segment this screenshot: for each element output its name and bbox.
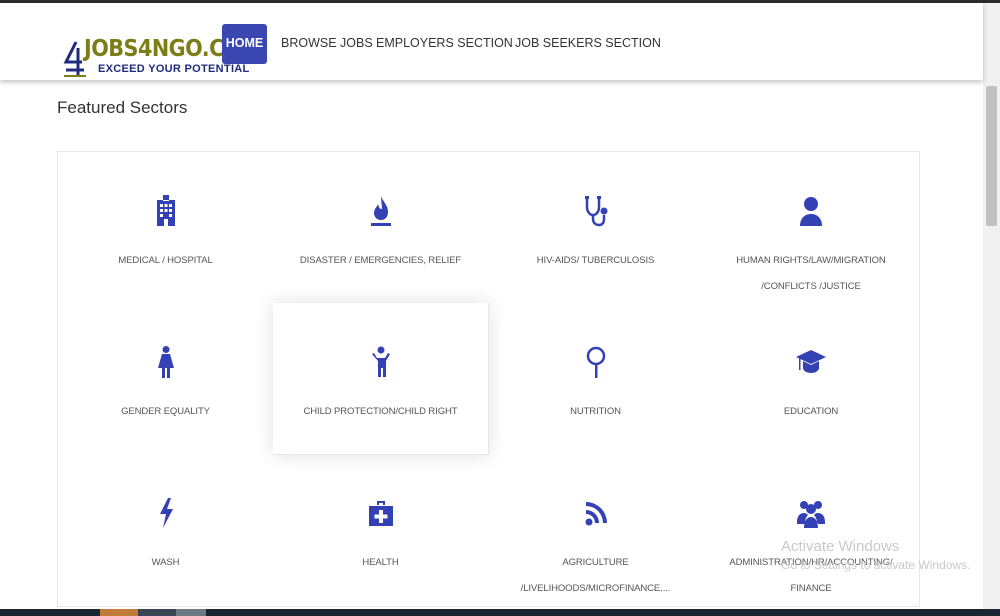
sectors-grid: MEDICAL / HOSPITAL DISASTER / EMERGENCIE… bbox=[57, 151, 920, 607]
sector-card-child-protection[interactable]: CHILD PROTECTION/CHILD RIGHT bbox=[273, 303, 489, 455]
stethoscope-icon bbox=[581, 194, 611, 228]
sector-label: WASH bbox=[151, 557, 180, 568]
nav-home[interactable]: HOME bbox=[222, 24, 267, 64]
sector-card-agriculture[interactable]: AGRICULTURE /LIVELIHOODS/MICROFINANCE...… bbox=[488, 454, 704, 607]
sector-card-disaster[interactable]: DISASTER / EMERGENCIES, RELIEF bbox=[273, 152, 489, 304]
sector-label: DISASTER / EMERGENCIES, RELIEF bbox=[299, 255, 462, 266]
female-icon bbox=[151, 345, 181, 379]
logo-tagline: EXCEED YOUR POTENTIAL bbox=[98, 63, 250, 75]
sector-card-wash[interactable]: WASH bbox=[58, 454, 274, 607]
child-icon bbox=[366, 345, 396, 379]
sector-label: CHILD PROTECTION/CHILD RIGHT bbox=[303, 406, 458, 417]
header-navbar: JOBS4NGO.COM EXCEED YOUR POTENTIAL HOME … bbox=[0, 3, 983, 80]
sector-card-health[interactable]: HEALTH bbox=[273, 454, 489, 607]
fire-icon bbox=[366, 194, 396, 228]
sector-card-human-rights[interactable]: HUMAN RIGHTS/LAW/MIGRATION /CONFLICTS /J… bbox=[703, 152, 920, 304]
sector-card-nutrition[interactable]: NUTRITION bbox=[488, 303, 704, 455]
sector-label: MEDICAL / HOSPITAL bbox=[118, 255, 213, 266]
sector-card-education[interactable]: EDUCATION bbox=[703, 303, 920, 455]
taskbar-app-button[interactable] bbox=[138, 609, 176, 616]
sector-card-medical[interactable]: MEDICAL / HOSPITAL bbox=[58, 152, 274, 304]
sector-label: HUMAN RIGHTS/LAW/MIGRATION /CONFLICTS /J… bbox=[736, 255, 886, 292]
graduation-cap-icon bbox=[796, 345, 826, 379]
nav-job-seekers-section[interactable]: JOB SEEKERS SECTION bbox=[515, 24, 661, 64]
medkit-icon bbox=[366, 496, 396, 530]
nav-browse-jobs[interactable]: BROWSE JOBS bbox=[281, 24, 373, 64]
user-icon bbox=[796, 194, 826, 228]
sector-card-hiv-aids[interactable]: HIV-AIDS/ TUBERCULOSIS bbox=[488, 152, 704, 304]
sector-label: GENDER EQUALITY bbox=[121, 406, 210, 417]
taskbar bbox=[0, 609, 1000, 616]
sector-card-gender-equality[interactable]: GENDER EQUALITY bbox=[58, 303, 274, 455]
sector-label: HEALTH bbox=[362, 557, 399, 568]
lightning-icon bbox=[151, 496, 181, 530]
sector-card-administration[interactable]: ADMINISTRATION/HR/ACCOUNTING/ FINANCE bbox=[703, 454, 920, 607]
taskbar-app-button[interactable] bbox=[100, 609, 138, 616]
rss-icon bbox=[581, 496, 611, 530]
page-scrollbar[interactable] bbox=[983, 3, 1000, 609]
sector-label: HIV-AIDS/ TUBERCULOSIS bbox=[536, 255, 655, 266]
lollipop-icon bbox=[581, 345, 611, 379]
sector-label: EDUCATION bbox=[783, 406, 839, 417]
users-icon bbox=[796, 496, 826, 530]
sector-label: ADMINISTRATION/HR/ACCOUNTING/ FINANCE bbox=[729, 557, 893, 594]
site-logo[interactable]: JOBS4NGO.COM EXCEED YOUR POTENTIAL bbox=[62, 36, 261, 82]
taskbar-app-button[interactable] bbox=[176, 609, 206, 616]
scrollbar-thumb[interactable] bbox=[986, 86, 997, 226]
sector-label: AGRICULTURE /LIVELIHOODS/MICROFINANCE...… bbox=[520, 557, 671, 594]
nav-employers-section[interactable]: EMPLOYERS SECTION bbox=[376, 24, 513, 64]
hospital-icon bbox=[151, 194, 181, 228]
section-title: Featured Sectors bbox=[57, 98, 188, 117]
sector-label: NUTRITION bbox=[570, 406, 621, 417]
